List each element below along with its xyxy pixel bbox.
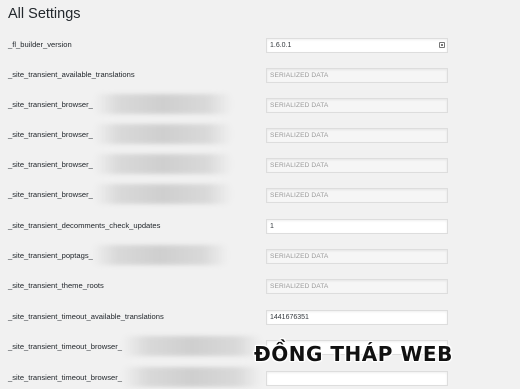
setting-row: _site_transient_browser_ SERIALIZED DATA bbox=[0, 154, 520, 174]
setting-label: _site_transient_timeout_available_transl… bbox=[8, 312, 164, 321]
page-title: All Settings bbox=[8, 6, 81, 22]
setting-label: _site_transient_browser_ bbox=[8, 100, 93, 109]
setting-label: _site_transient_poptags_ bbox=[8, 251, 93, 260]
setting-label: _site_transient_timeout_browser_ bbox=[8, 342, 122, 351]
setting-value: 1.6.0.1 bbox=[270, 42, 292, 49]
setting-label: _site_transient_browser_ bbox=[8, 130, 93, 139]
setting-value: SERIALIZED DATA bbox=[270, 132, 329, 139]
setting-label: _site_transient_browser_ bbox=[8, 160, 93, 169]
setting-value: SERIALIZED DATA bbox=[270, 102, 329, 109]
setting-value: 1441676351 bbox=[270, 314, 309, 321]
redacted-blur bbox=[94, 154, 232, 174]
setting-label: _site_transient_available_translations bbox=[8, 70, 135, 79]
setting-label: _site_transient_browser_ bbox=[8, 190, 93, 199]
serialized-value-field[interactable]: SERIALIZED DATA bbox=[266, 128, 448, 143]
setting-value-input[interactable]: 1.6.0.1 bbox=[266, 38, 448, 53]
setting-value: SERIALIZED DATA bbox=[270, 253, 329, 260]
redacted-blur bbox=[122, 336, 262, 356]
setting-value-input[interactable]: 1 bbox=[266, 219, 448, 234]
setting-value: SERIALIZED DATA bbox=[270, 162, 329, 169]
redacted-blur bbox=[122, 367, 262, 387]
setting-label: _fl_builder_version bbox=[8, 40, 72, 49]
setting-value-input[interactable]: 1441676351 bbox=[266, 310, 448, 325]
watermark: ĐỒNG THÁP WEB bbox=[254, 342, 453, 366]
setting-row: _site_transient_available_translations SE… bbox=[0, 68, 520, 84]
setting-label: _site_transient_timeout_browser_ bbox=[8, 373, 122, 382]
serialized-value-field[interactable]: SERIALIZED DATA bbox=[266, 98, 448, 113]
setting-label: _site_transient_decomments_check_updates bbox=[8, 221, 161, 230]
setting-value-input[interactable] bbox=[266, 371, 448, 386]
redacted-blur bbox=[94, 184, 232, 204]
setting-row: _site_transient_decomments_check_updates… bbox=[0, 219, 520, 235]
redacted-blur bbox=[92, 245, 228, 265]
redacted-blur bbox=[94, 124, 232, 144]
setting-row: _site_transient_poptags_ SERIALIZED DATA bbox=[0, 245, 520, 265]
serialized-value-field[interactable]: SERIALIZED DATA bbox=[266, 158, 448, 173]
setting-row: _site_transient_theme_roots SERIALIZED DA… bbox=[0, 279, 520, 295]
setting-row: _site_transient_timeout_available_transl… bbox=[0, 310, 520, 326]
list-icon bbox=[439, 42, 445, 48]
serialized-value-field[interactable]: SERIALIZED DATA bbox=[266, 188, 448, 203]
setting-row: _site_transient_browser_ SERIALIZED DATA bbox=[0, 124, 520, 144]
setting-value: SERIALIZED DATA bbox=[270, 283, 329, 290]
serialized-value-field[interactable]: SERIALIZED DATA bbox=[266, 68, 448, 83]
setting-value: SERIALIZED DATA bbox=[270, 192, 329, 199]
setting-row: _site_transient_browser_ SERIALIZED DATA bbox=[0, 94, 520, 114]
setting-row: _site_transient_timeout_browser_ bbox=[0, 367, 520, 387]
setting-label: _site_transient_theme_roots bbox=[8, 281, 104, 290]
setting-value: SERIALIZED DATA bbox=[270, 72, 329, 79]
setting-row: _fl_builder_version 1.6.0.1 bbox=[0, 38, 520, 54]
setting-value: 1 bbox=[270, 223, 274, 230]
serialized-value-field[interactable]: SERIALIZED DATA bbox=[266, 249, 448, 264]
redacted-blur bbox=[94, 94, 232, 114]
serialized-value-field[interactable]: SERIALIZED DATA bbox=[266, 279, 448, 294]
setting-row: _site_transient_browser_ SERIALIZED DATA bbox=[0, 184, 520, 204]
